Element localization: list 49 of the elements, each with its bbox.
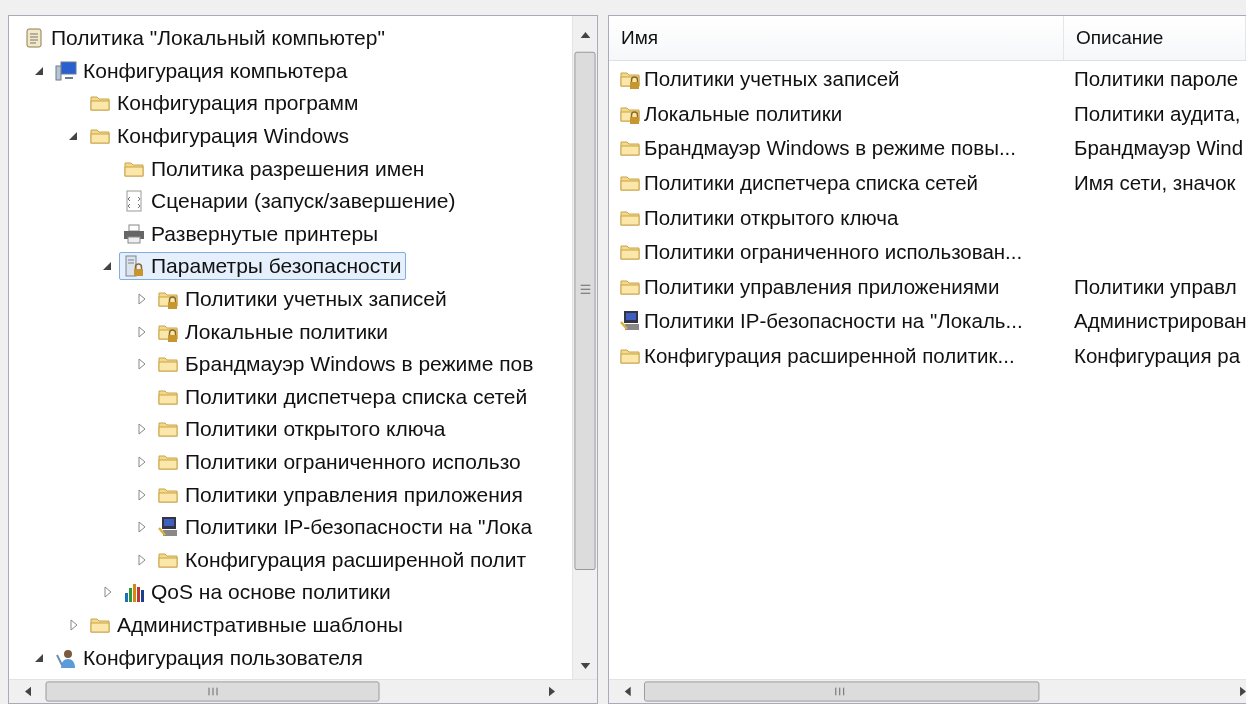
bar-chart-icon [123,581,145,604]
description-cell-text: Политики пароле [1073,67,1240,92]
tree-item[interactable]: Сценарии (запуск/завершение) [119,187,460,216]
tree-item[interactable]: Административные шаблоны [85,611,407,639]
description-cell-text: Имя сети, значок [1073,171,1237,196]
monitor-key-icon [619,310,641,333]
script-file-icon [123,190,145,213]
tree-item[interactable]: Политики учетных записей [153,285,451,314]
list-item[interactable]: Политики учетных записей [644,67,900,92]
scroll-icon [23,27,45,50]
horizontal-scrollbar[interactable] [9,679,597,703]
list-item[interactable]: Политики ограниченного использован... [644,240,1023,265]
computer-icon [55,59,77,82]
tree-item[interactable]: Конфигурация расширенной полит [153,545,531,574]
tree-item[interactable]: Конфигурация Windows [85,122,353,151]
description-cell-text: Политики аудита, [1073,101,1242,126]
tree-item[interactable]: Политики диспетчера списка сетей [153,382,532,411]
description-cell-text: Брандмауэр Wind [1073,136,1245,161]
tree-item[interactable]: Конфигурация пользователя [51,643,367,672]
tree-item[interactable]: Брандмауэр Windows в режиме пов [153,350,538,379]
list-item[interactable]: Политики диспетчера списка сетей [644,171,979,196]
list-item[interactable]: Локальные политики [644,101,843,126]
tree-item[interactable]: Политики IP-безопасности на "Лока [153,513,537,542]
tree-item[interactable]: Политики управления приложения [153,480,527,509]
list-item[interactable]: Политики управления приложениями [644,274,1000,299]
tree-item[interactable]: Параметры безопасности [119,252,406,281]
tree-item[interactable]: Политики открытого ключа [153,415,450,444]
server-lock-icon [123,255,145,278]
vertical-scrollbar[interactable] [572,16,597,679]
column-header[interactable]: Имя [609,16,1064,60]
monitor-key-icon [157,516,179,539]
description-cell-text: Администрирован [1073,309,1246,334]
tree-item[interactable]: QoS на основе политики [119,578,395,607]
tree-item[interactable]: Конфигурация программ [85,89,363,118]
tree-item[interactable]: Развернутые принтеры [119,219,383,248]
printer-icon [123,222,145,245]
description-cell-text: Политики управл [1073,274,1238,299]
tree-item[interactable]: Конфигурация компьютера [51,56,352,85]
tree-item[interactable]: Политика "Локальный компьютер" [19,24,389,53]
description-cell-text: Конфигурация ра [1073,344,1242,369]
tree-item[interactable]: Политика разрешения имен [119,154,429,183]
tree-item[interactable]: Локальные политики [153,317,393,346]
column-header[interactable]: Описание [1064,16,1246,60]
horizontal-scrollbar[interactable] [609,679,1246,703]
list-item[interactable]: Политики открытого ключа [644,205,899,230]
list-item[interactable]: Политики IP-безопасности на "Локаль... [644,309,1023,334]
list-item[interactable]: Брандмауэр Windows в режиме повы... [644,136,1016,161]
list-item[interactable]: Конфигурация расширенной политик... [644,344,1015,369]
tree-item[interactable]: Политики ограниченного использо [153,448,525,476]
